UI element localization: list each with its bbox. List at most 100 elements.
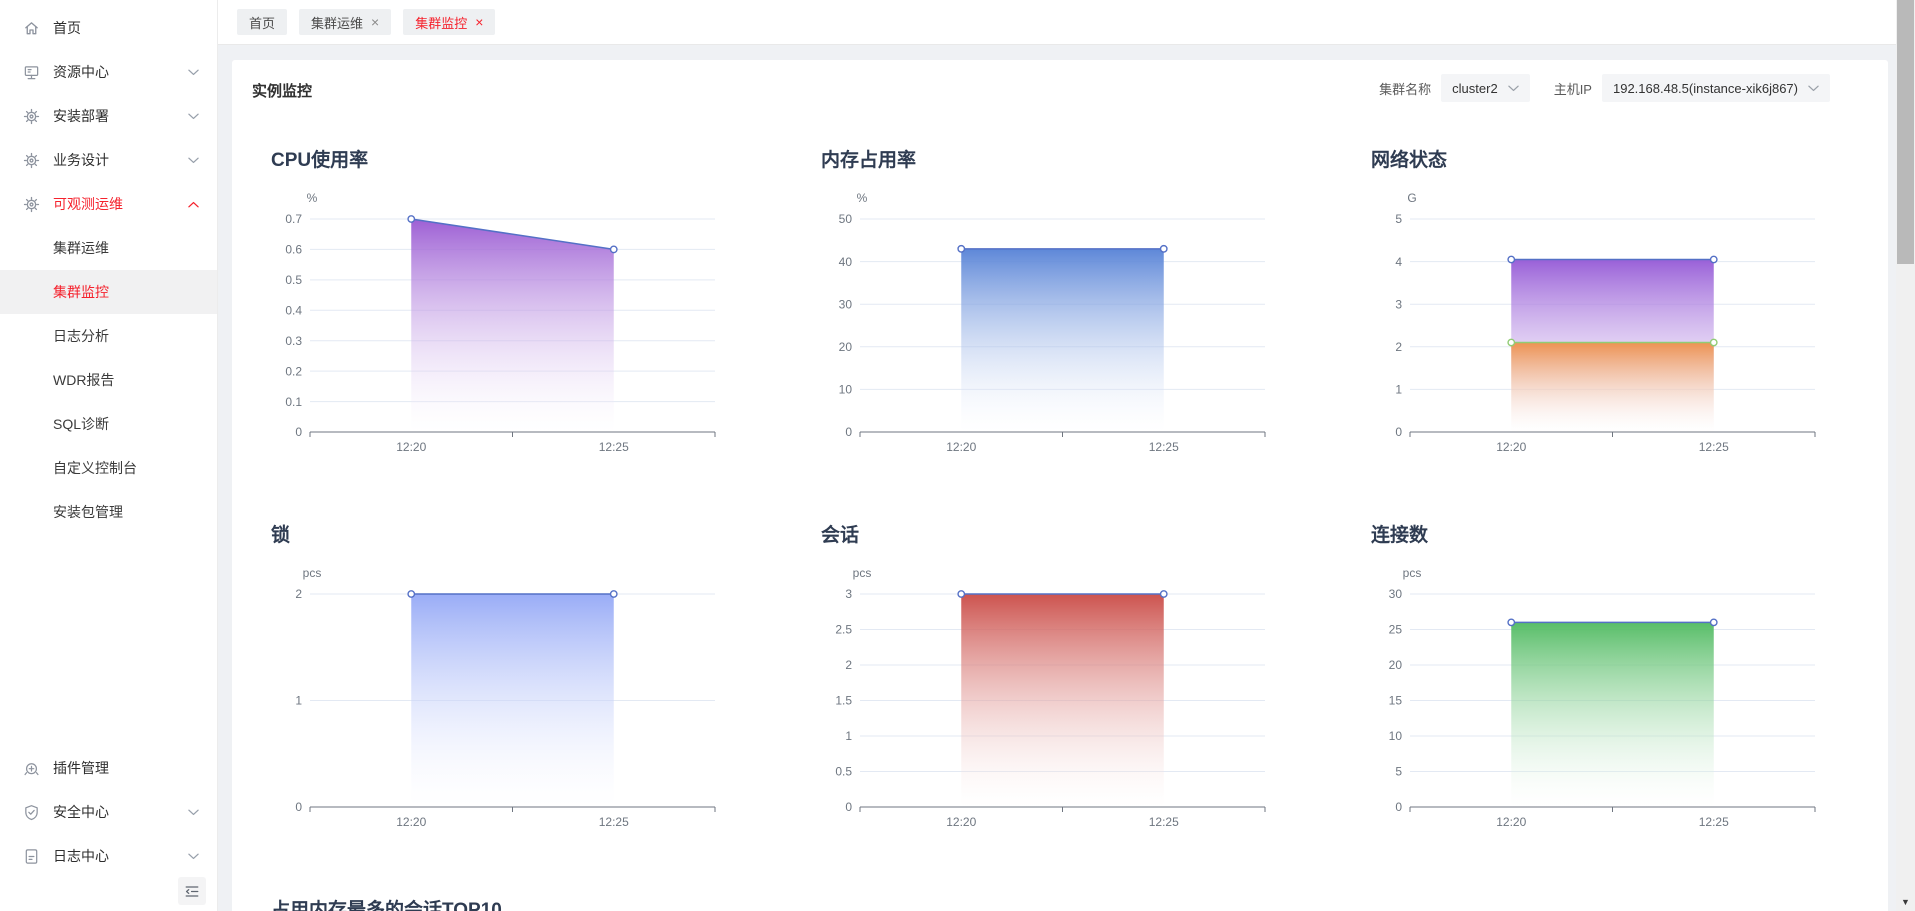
gear-icon [22,195,40,213]
chevron-down-icon [188,157,199,164]
chart-card-sessions: 会话 pcs 0 0.5 1 1.5 2 2.5 3 12:20 12:25 [805,523,1305,841]
svg-text:0.5: 0.5 [285,273,302,287]
chart-title: 会话 [821,525,860,546]
sidebar-item-observability-ops[interactable]: 可观测运维 [0,182,217,226]
close-icon[interactable]: × [475,15,483,29]
svg-text:2: 2 [845,658,852,672]
chart-card-connections: 连接数 pcs 0 5 10 15 20 25 30 12:20 12:25 [1355,523,1855,841]
svg-text:G: G [1407,191,1416,205]
memory-usage-chart-canvas[interactable]: % 0 10 20 30 40 50 12:20 12:25 [805,184,1297,466]
svg-text:12:20: 12:20 [946,815,976,829]
svg-text:12:20: 12:20 [946,440,976,454]
svg-text:40: 40 [839,255,853,269]
filter-selectors: 集群名称 cluster2 主机IP 192.168.48.5(instance… [1379,74,1830,102]
cpu-usage-chart-canvas[interactable]: % 0 0.1 0.2 0.3 0.4 0.5 0.6 0.7 12:20 12:25 [255,184,747,466]
svg-text:0: 0 [295,425,302,439]
svg-text:pcs: pcs [303,566,322,580]
svg-text:10: 10 [839,383,853,397]
chart-title: 内存占用率 [821,150,917,171]
svg-text:15: 15 [1389,694,1403,708]
sidebar-item-label: 可观测运维 [53,196,123,212]
svg-text:0: 0 [1395,800,1402,814]
sidebar-item-log-center[interactable]: 日志中心 [0,834,217,878]
sidebar-subitem-label: SQL诊断 [53,416,110,432]
svg-text:12:25: 12:25 [1699,815,1729,829]
svg-text:0: 0 [845,800,852,814]
sidebar-item-home[interactable]: 首页 [0,6,217,50]
chevron-down-icon [1808,85,1819,92]
svg-text:12:25: 12:25 [1149,815,1179,829]
svg-text:1: 1 [845,729,852,743]
gear-icon [22,107,40,125]
chevron-up-icon [188,201,199,208]
tab-cluster-monitoring[interactable]: 集群监控 × [403,9,496,35]
svg-text:0: 0 [845,425,852,439]
sidebar-item-security-center[interactable]: 安全中心 [0,790,217,834]
tab-label: 集群运维 [311,15,364,31]
sidebar-subitem-cluster-ops[interactable]: 集群运维 [0,226,217,270]
close-icon[interactable]: × [371,15,379,29]
sidebar-item-plugin-management[interactable]: 插件管理 [0,746,217,790]
host-ip-select-group: 主机IP 192.168.48.5(instance-xik6j867) [1554,74,1830,102]
sidebar-subitem-label: WDR报告 [53,372,115,388]
sidebar-item-label: 首页 [53,20,81,36]
chevron-down-icon [1507,85,1519,92]
tab-home[interactable]: 首页 [237,9,288,35]
svg-text:12:20: 12:20 [1496,440,1526,454]
sidebar-item-resource-center[interactable]: 资源中心 [0,50,217,94]
chart-title: 锁 [271,525,291,546]
svg-text:4: 4 [1395,255,1402,269]
chart-card-cpu: CPU使用率 % 0 0.1 0.2 0.3 0.4 0.5 0.6 0.7 12:20 12:25 [255,148,755,466]
sidebar-subitem-log-analysis[interactable]: 日志分析 [0,314,217,358]
svg-text:25: 25 [1389,623,1403,637]
svg-text:pcs: pcs [1403,566,1422,580]
cluster-name-label: 集群名称 [1379,81,1432,97]
chevron-down-icon [188,809,199,816]
cluster-select[interactable]: cluster2 [1441,74,1530,102]
sessions-chart-canvas[interactable]: pcs 0 0.5 1 1.5 2 2.5 3 12:20 12:25 [805,559,1297,841]
chevron-down-icon [188,853,199,860]
chart-card-network: 网络状态 G 0 1 2 3 4 5 12:20 12:25 [1355,148,1855,466]
chevron-down-icon [188,69,199,76]
network-status-chart-canvas[interactable]: G 0 1 2 3 4 5 12:20 12:25 [1355,184,1847,466]
chart-card-memory: 内存占用率 % 0 10 20 30 40 50 12:20 12:25 [805,148,1305,466]
svg-text:0: 0 [295,800,302,814]
sidebar-item-label: 日志中心 [53,848,109,864]
host-ip-select[interactable]: 192.168.48.5(instance-xik6j867) [1601,74,1830,102]
sidebar-subitem-sql-diagnosis[interactable]: SQL诊断 [0,402,217,446]
sidebar-subitem-wdr-report[interactable]: WDR报告 [0,358,217,402]
svg-text:2: 2 [295,587,302,601]
scrollbar-thumb[interactable] [1897,0,1914,264]
svg-text:5: 5 [1395,212,1402,226]
svg-text:%: % [857,191,868,205]
sidebar-item-install-deploy[interactable]: 安装部署 [0,94,217,138]
sidebar-subitem-custom-console[interactable]: 自定义控制台 [0,446,217,490]
svg-text:12:20: 12:20 [396,440,426,454]
top10-sessions-section-title: 占用内存最多的会话TOP10 [271,900,502,911]
svg-text:50: 50 [839,212,853,226]
host-ip-select-value: 192.168.48.5(instance-xik6j867) [1612,80,1798,96]
plugin-icon [22,759,40,777]
svg-text:0: 0 [1395,425,1402,439]
sidebar-item-label: 资源中心 [53,64,109,80]
sidebar-item-label: 业务设计 [53,152,109,168]
connections-chart-canvas[interactable]: pcs 0 5 10 15 20 25 30 12:20 12:25 [1355,559,1847,841]
vertical-scrollbar: ▼ [1896,0,1915,911]
svg-text:pcs: pcs [853,566,872,580]
sidebar-subitem-cluster-monitoring[interactable]: 集群监控 [0,270,217,314]
sidebar-subitem-package-management[interactable]: 安装包管理 [0,490,217,534]
svg-text:1.5: 1.5 [835,694,852,708]
svg-text:12:20: 12:20 [1496,815,1526,829]
locks-chart-canvas[interactable]: pcs 0 1 2 12:20 12:25 [255,559,747,841]
chevron-down-icon [188,113,199,120]
page-title: 实例监控 [252,83,313,100]
scrollbar-down-arrow[interactable]: ▼ [1896,894,1915,910]
tab-label: 集群监控 [415,15,468,31]
tab-cluster-ops[interactable]: 集群运维 × [299,9,392,35]
sidebar-collapse-button[interactable] [178,877,206,905]
host-ip-label: 主机IP [1553,81,1592,97]
app-window: 首页 资源中心 安装部署 业务设计 可观测运维 集群运维 集群监控 日志分析 W… [0,0,1915,911]
svg-text:12:25: 12:25 [1699,440,1729,454]
sidebar-item-business-design[interactable]: 业务设计 [0,138,217,182]
chart-title: 网络状态 [1371,150,1448,171]
